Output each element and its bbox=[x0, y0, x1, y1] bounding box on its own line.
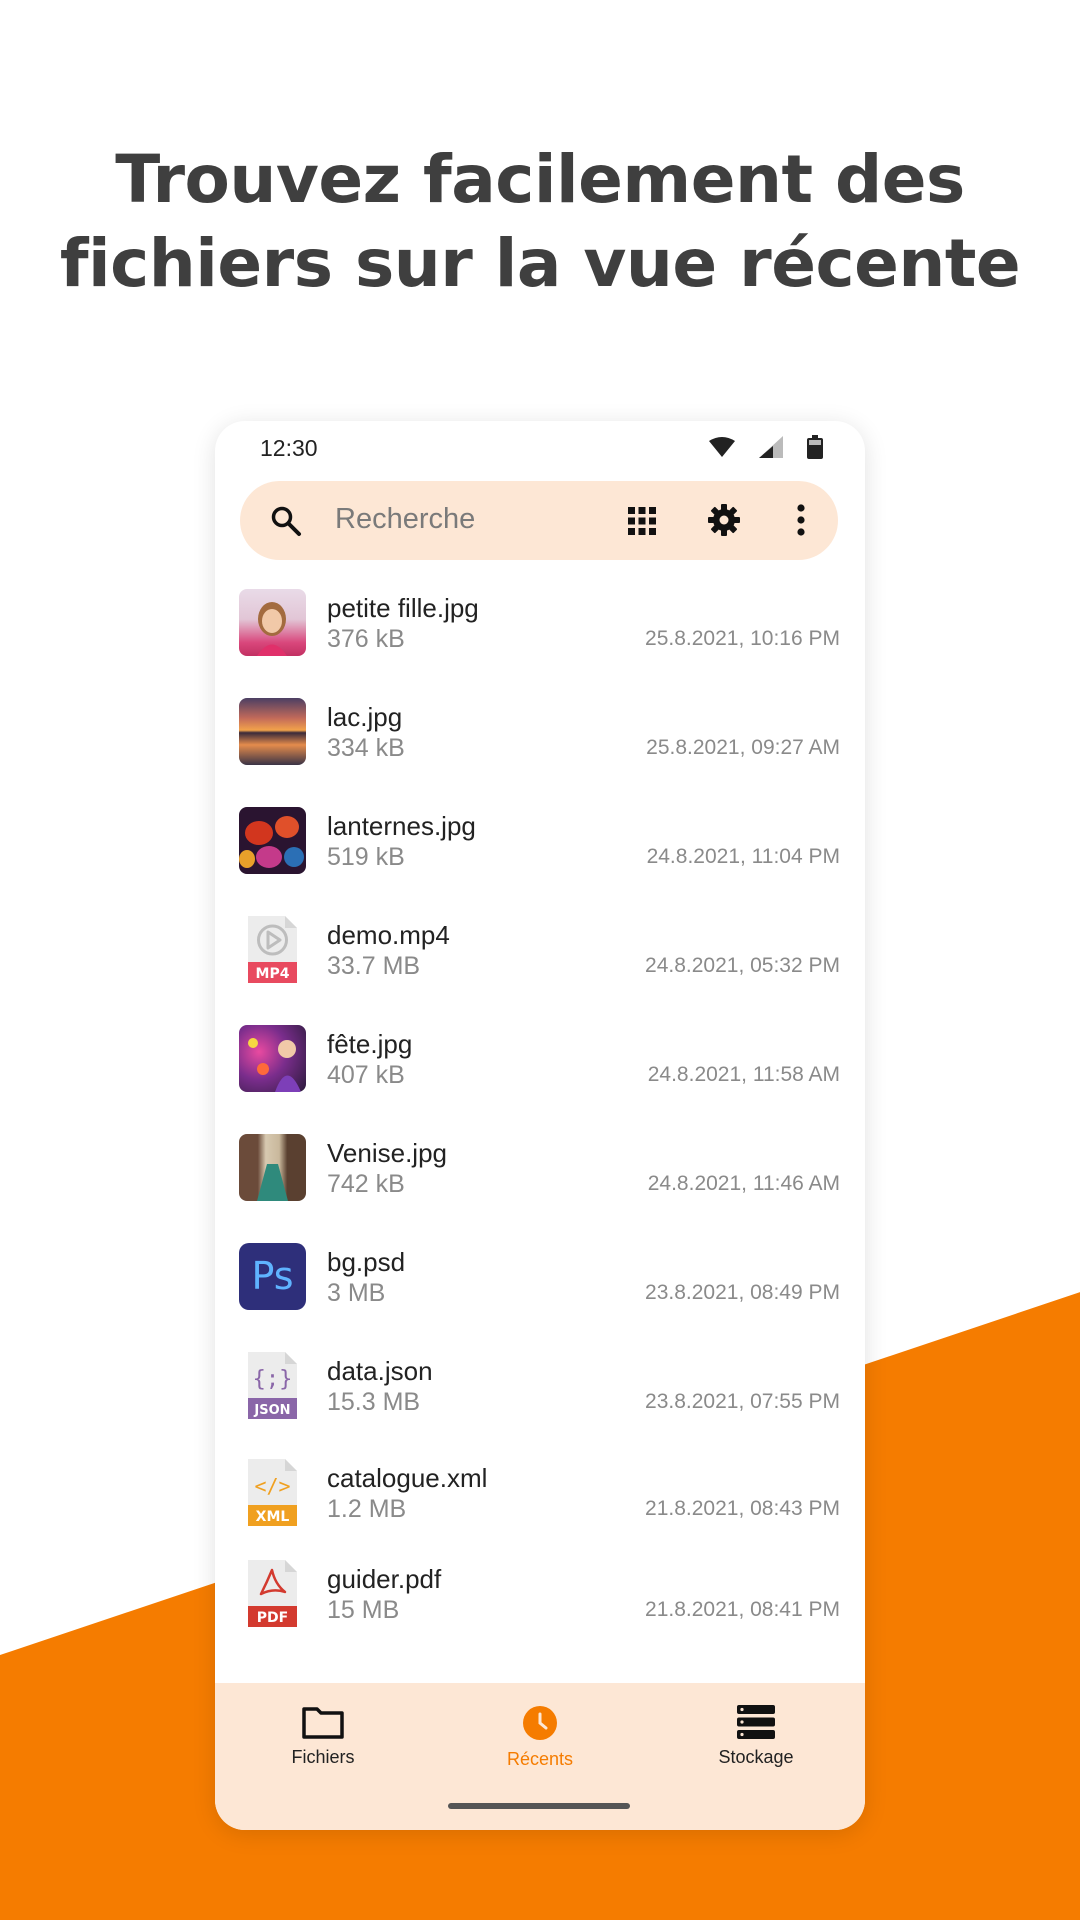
badge-text: JSON bbox=[253, 1403, 290, 1418]
file-size: 15 MB bbox=[327, 1596, 400, 1624]
storage-icon bbox=[737, 1705, 775, 1739]
xml-file-icon: </> XML bbox=[239, 1459, 306, 1526]
file-name: petite fille.jpg bbox=[327, 593, 479, 623]
psd-file-icon: Ps bbox=[239, 1243, 306, 1310]
file-name: guider.pdf bbox=[327, 1564, 442, 1594]
file-name: bg.psd bbox=[327, 1247, 406, 1277]
file-row[interactable]: fête.jpg 407 kB 24.8.2021, 11:58 AM bbox=[215, 1011, 865, 1111]
headline: Trouvez facilement des fichiers sur la v… bbox=[0, 138, 1080, 306]
file-row[interactable]: lac.jpg 334 kB 25.8.2021, 09:27 AM bbox=[215, 684, 865, 784]
svg-text:</>: </> bbox=[254, 1474, 290, 1498]
file-date: 24.8.2021, 05:32 PM bbox=[645, 954, 840, 977]
file-size: 15.3 MB bbox=[327, 1388, 421, 1416]
file-date: 21.8.2021, 08:43 PM bbox=[645, 1497, 840, 1520]
search-input[interactable]: Recherche bbox=[335, 503, 475, 536]
file-name: lanternes.jpg bbox=[327, 811, 476, 841]
gear-icon[interactable] bbox=[708, 504, 740, 536]
folder-icon bbox=[302, 1707, 344, 1739]
file-size: 334 kB bbox=[327, 734, 405, 762]
pdf-file-icon: PDF bbox=[239, 1560, 306, 1627]
file-name: fête.jpg bbox=[327, 1029, 413, 1059]
nav-storage-tab[interactable]: Stockage bbox=[676, 1705, 836, 1768]
bottom-navigation: Fichiers Récents Stockage bbox=[215, 1683, 865, 1830]
wifi-icon bbox=[709, 437, 735, 457]
file-name: demo.mp4 bbox=[327, 920, 450, 950]
file-date: 25.8.2021, 09:27 AM bbox=[646, 736, 840, 759]
nav-recent-label: Récents bbox=[506, 1749, 574, 1769]
nav-files-tab[interactable]: Fichiers bbox=[243, 1705, 403, 1768]
signal-icon bbox=[759, 436, 783, 458]
search-bar[interactable]: Recherche bbox=[240, 481, 838, 560]
file-date: 24.8.2021, 11:58 AM bbox=[647, 1063, 840, 1086]
file-size: 519 kB bbox=[327, 843, 405, 871]
badge-text: Ps bbox=[251, 1254, 293, 1298]
file-size: 376 kB bbox=[327, 625, 405, 653]
mp4-file-icon: MP4 bbox=[239, 916, 306, 983]
phone-mockup: 12:30 Recherche petite fille.jpg 376 kB … bbox=[215, 421, 865, 1830]
file-date: 23.8.2021, 07:55 PM bbox=[645, 1390, 840, 1413]
file-size: 33.7 MB bbox=[327, 952, 421, 980]
file-date: 25.8.2021, 10:16 PM bbox=[645, 627, 840, 650]
file-size: 1.2 MB bbox=[327, 1495, 407, 1523]
file-size: 742 kB bbox=[327, 1170, 405, 1198]
clock-icon bbox=[523, 1706, 557, 1740]
file-date: 23.8.2021, 08:49 PM bbox=[645, 1281, 840, 1304]
file-row[interactable]: lanternes.jpg 519 kB 24.8.2021, 11:04 PM bbox=[215, 793, 865, 893]
more-options-icon[interactable] bbox=[796, 504, 806, 536]
headline-line-2: fichiers sur la vue récente bbox=[59, 225, 1021, 302]
home-indicator[interactable] bbox=[448, 1803, 630, 1809]
file-name: data.json bbox=[327, 1356, 433, 1386]
file-date: 24.8.2021, 11:46 AM bbox=[647, 1172, 840, 1195]
file-name: lac.jpg bbox=[327, 702, 403, 732]
svg-text:{;}: {;} bbox=[253, 1367, 293, 1392]
headline-line-1: Trouvez facilement des bbox=[115, 141, 965, 218]
file-name: Venise.jpg bbox=[327, 1138, 447, 1168]
status-time: 12:30 bbox=[260, 435, 318, 461]
file-date: 24.8.2021, 11:04 PM bbox=[646, 845, 840, 868]
grid-view-icon[interactable] bbox=[628, 507, 656, 535]
file-row[interactable]: Venise.jpg 742 kB 24.8.2021, 11:46 AM bbox=[215, 1120, 865, 1220]
file-size: 3 MB bbox=[327, 1279, 386, 1307]
file-row[interactable]: petite fille.jpg 376 kB 25.8.2021, 10:16… bbox=[215, 575, 865, 675]
status-icons bbox=[709, 435, 823, 459]
json-file-icon: {;} JSON bbox=[239, 1352, 306, 1419]
battery-icon bbox=[807, 435, 823, 459]
photo-lake-icon bbox=[239, 698, 306, 765]
file-row[interactable]: MP4 demo.mp4 33.7 MB 24.8.2021, 05:32 PM bbox=[215, 902, 865, 1002]
badge-text: PDF bbox=[257, 1610, 288, 1626]
nav-files-label: Fichiers bbox=[291, 1747, 355, 1767]
file-row[interactable]: Ps bg.psd 3 MB 23.8.2021, 08:49 PM bbox=[215, 1229, 865, 1329]
file-row[interactable]: </> XML catalogue.xml 1.2 MB 21.8.2021, … bbox=[215, 1445, 865, 1545]
file-name: catalogue.xml bbox=[327, 1463, 488, 1493]
nav-storage-label: Stockage bbox=[718, 1747, 794, 1767]
file-size: 407 kB bbox=[327, 1061, 405, 1089]
badge-text: MP4 bbox=[256, 966, 290, 982]
photo-venice-icon bbox=[239, 1134, 306, 1201]
search-icon[interactable] bbox=[270, 505, 302, 537]
file-row[interactable]: {;} JSON data.json 15.3 MB 23.8.2021, 07… bbox=[215, 1338, 865, 1438]
photo-girl-icon bbox=[239, 589, 306, 656]
photo-party-icon bbox=[239, 1025, 306, 1092]
photo-lanterns-icon bbox=[239, 807, 306, 874]
file-date: 21.8.2021, 08:41 PM bbox=[645, 1598, 840, 1621]
nav-recent-tab[interactable]: Récents bbox=[460, 1705, 620, 1770]
badge-text: XML bbox=[256, 1509, 290, 1525]
file-row[interactable]: PDF guider.pdf 15 MB 21.8.2021, 08:41 PM bbox=[215, 1546, 865, 1646]
